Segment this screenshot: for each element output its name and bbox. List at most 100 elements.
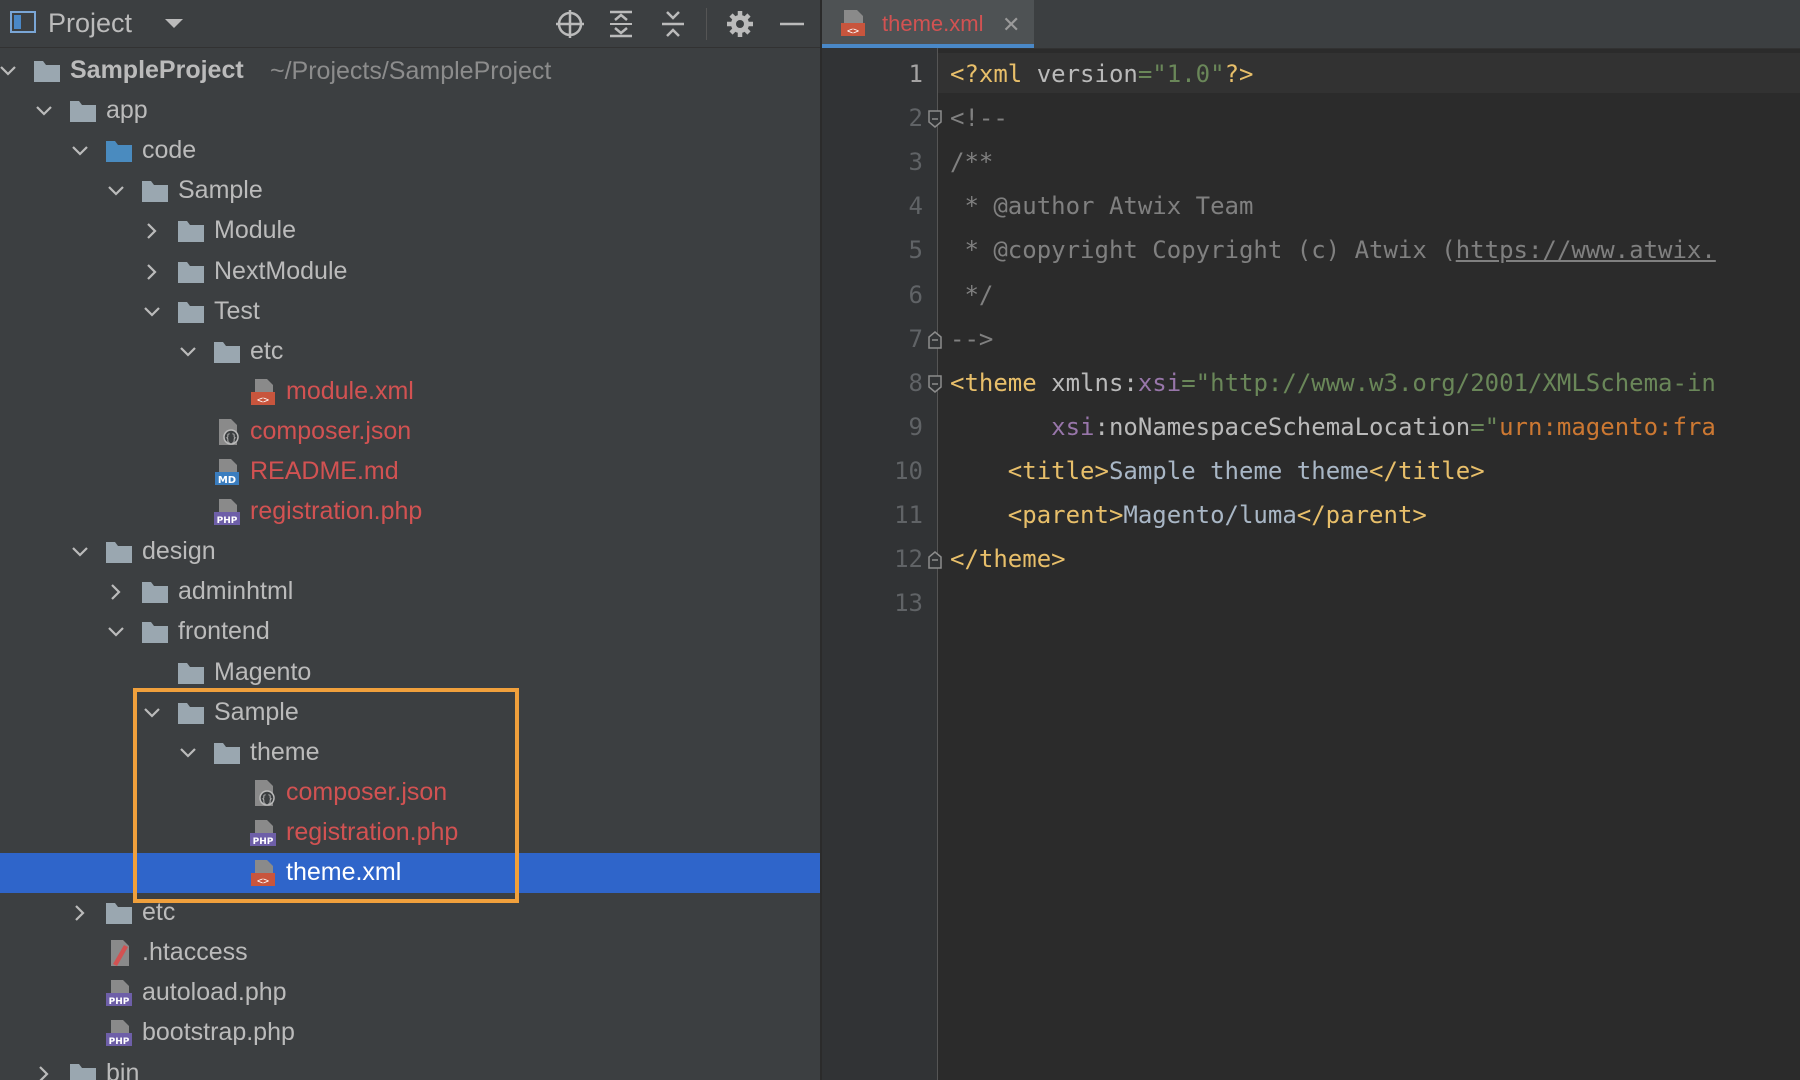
project-panel-title[interactable]: Project [48,8,132,39]
chevron-right-icon[interactable] [35,1065,53,1080]
locate-file-icon[interactable] [554,8,586,40]
folder-icon [176,659,206,687]
tree-item[interactable]: PHP autoload.php [0,973,820,1013]
code-line: <parent>Magento/luma</parent> [950,501,1427,529]
tree-item-label: autoload.php [142,978,287,1007]
chevron-down-icon[interactable] [162,17,186,31]
php-file-icon: PHP [104,1019,134,1047]
code-line: </theme> [950,545,1066,573]
tree-item[interactable]: .htaccess [0,933,820,973]
fold-marker-icon[interactable] [928,374,942,393]
gear-icon[interactable] [724,8,756,40]
folder-icon [140,618,170,646]
code-token: xmlns: [1051,368,1138,397]
line-number-gutter[interactable]: 1 2 3 4 5 6 7 8 9 10 11 12 13 [822,48,942,1080]
tree-item-label: registration.php [250,497,423,526]
chevron-down-icon[interactable] [179,344,197,360]
tree-item[interactable]: design [0,532,820,572]
chevron-right-icon[interactable] [71,905,89,921]
project-panel: Project SampleProject ~/Projects/SampleP… [0,0,820,1080]
tree-item[interactable]: SampleProject ~/Projects/SampleProject [0,51,820,91]
tree-item[interactable]: Test [0,292,820,332]
tree-item[interactable]: NextModule [0,252,820,292]
code-token: --> [950,324,994,353]
tree-item[interactable]: PHP bootstrap.php [0,1013,820,1053]
line-number: 7 [908,324,923,353]
close-icon[interactable]: ✕ [1002,12,1020,38]
project-panel-header: Project [0,0,820,48]
tab-label: theme.xml [882,11,984,36]
code-token: :noNamespaceSchemaLocation [1094,412,1471,441]
tree-item-label: Sample [178,176,263,205]
fold-marker-icon[interactable] [928,551,942,569]
code-line: --> [950,325,993,353]
code-token: * @author Atwix Team [950,192,1254,221]
tree-item[interactable]: app [0,91,820,131]
tree-item[interactable]: PHP registration.php [0,492,820,532]
editor-panel: <> theme.xml ✕ 1 2 3 4 5 6 7 8 9 10 11 12 13 <?xml v… [822,0,1800,1080]
chevron-down-icon[interactable] [107,183,125,199]
tree-item[interactable]: Magento [0,653,820,693]
line-number: 5 [908,236,923,265]
tree-item[interactable]: bin [0,1054,820,1080]
chevron-down-icon[interactable] [71,143,89,159]
code-line: xsi:noNamespaceSchemaLocation="urn:magen… [950,413,1716,441]
tree-item[interactable]: adminhtml [0,572,820,612]
tree-item-label: Test [214,296,260,325]
line-number: 13 [894,589,923,618]
expand-all-icon[interactable] [605,8,637,40]
htaccess-file-icon [104,939,134,967]
code-token: xsi [1137,368,1182,397]
fold-marker-icon[interactable] [928,330,942,349]
code-line: */ [950,281,993,309]
code-token: ="1.0" [1137,60,1225,88]
highlight-box [133,688,519,903]
svg-text:<>: <> [257,395,269,406]
chevron-right-icon[interactable] [143,223,161,240]
code-line: <!-- [950,104,1008,132]
chevron-right-icon[interactable] [107,584,125,601]
editor-tab-bar: <> theme.xml ✕ [822,0,1800,49]
tree-item-label: etc [250,336,284,365]
chevron-down-icon[interactable] [71,544,89,560]
tree-item[interactable]: <> module.xml [0,372,820,412]
tree-item[interactable]: MD README.md [0,452,820,492]
chevron-down-icon[interactable] [143,304,161,320]
line-number: 3 [908,148,923,177]
project-view-icon [10,11,36,33]
chevron-down-icon[interactable] [35,103,53,119]
line-number: 11 [894,501,923,529]
line-number: 2 [908,104,923,133]
tab-theme-xml[interactable]: <> theme.xml ✕ [822,0,1034,48]
collapse-all-icon[interactable] [657,8,689,40]
tree-item[interactable]: frontend [0,612,820,652]
code-token: ="http://www.w3.org/2001/XMLSchema-in [1181,368,1716,397]
code-token: Magento/luma [1123,501,1297,529]
code-token: https://www.atwix. [1455,236,1716,265]
project-path: ~/Projects/SampleProject [270,57,552,85]
minimize-icon[interactable] [776,8,808,40]
tree-item[interactable]: etc [0,332,820,372]
tree-item[interactable]: Module [0,211,820,251]
code-token: </parent> [1296,501,1427,529]
folder-icon [176,217,206,245]
svg-text:MD: MD [218,475,236,486]
chevron-down-icon[interactable] [0,63,17,79]
line-number: 4 [908,192,923,221]
chevron-down-icon[interactable] [107,624,125,640]
xml-file-icon: <> [248,378,278,406]
code-token: <theme [950,368,1052,397]
tree-item[interactable]: Sample [0,171,820,211]
code-token: ?> [1224,60,1254,88]
tree-item[interactable]: code [0,131,820,171]
code-token: <title> [1007,456,1109,485]
folder-icon [104,899,134,927]
tree-item[interactable]: {} composer.json [0,412,820,452]
folder-icon [104,538,134,566]
folder-icon [32,57,62,85]
chevron-right-icon[interactable] [143,263,161,280]
fold-marker-icon[interactable] [928,110,942,129]
code-line: <theme xmlns:xsi="http://www.w3.org/2001… [950,369,1716,397]
